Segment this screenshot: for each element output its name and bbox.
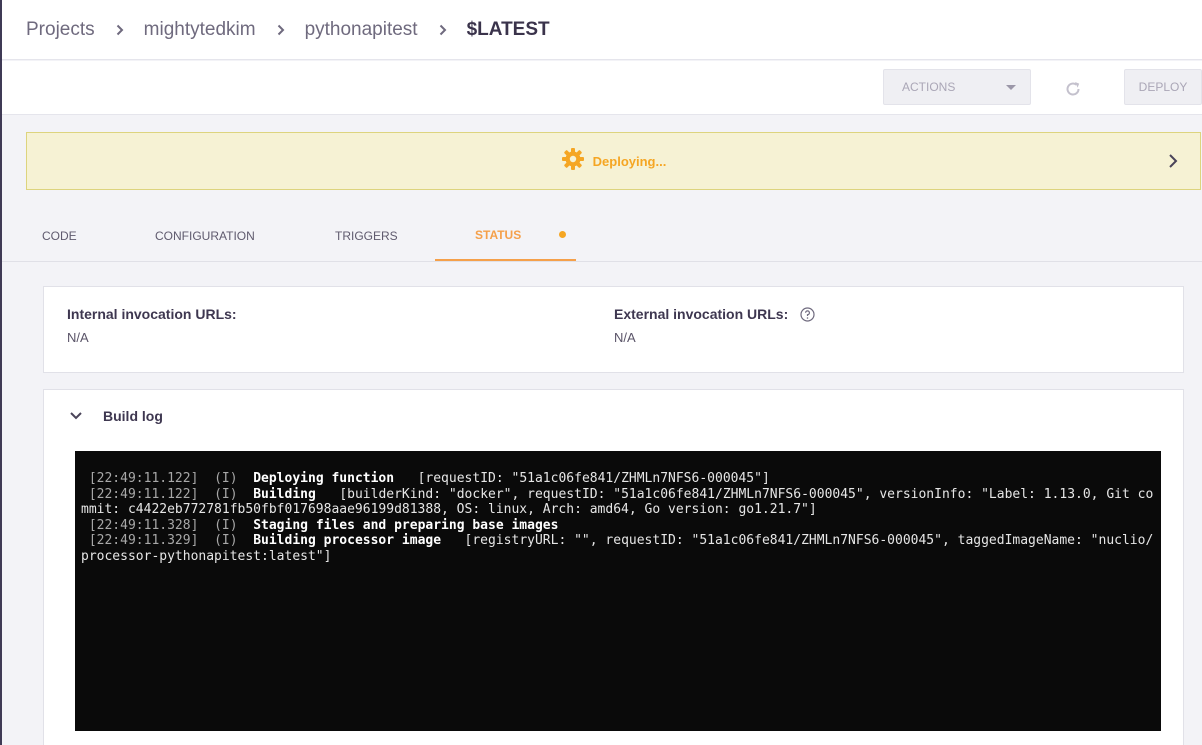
tab-status-label: STATUS (475, 227, 522, 242)
tab-status[interactable]: STATUS (435, 210, 576, 261)
internal-urls-label: Internal invocation URLs: (67, 306, 237, 322)
external-urls-value: N/A (614, 330, 636, 345)
log-line: [22:49:11.328] (I) Staging files and pre… (88, 517, 559, 533)
chevron-down-icon[interactable] (69, 407, 83, 425)
log-line: [22:49:11.329] (I) Building processor im… (81, 533, 1154, 564)
function-tabs: CODE CONFIGURATION TRIGGERS STATUS (2, 210, 1202, 262)
caret-down-icon (1006, 85, 1016, 90)
status-indicator-dot (559, 231, 567, 238)
breadcrumb-project[interactable]: mightytedkim (144, 19, 256, 41)
refresh-icon[interactable] (1062, 78, 1084, 100)
build-log-header[interactable]: Build log (69, 407, 163, 425)
actions-label: ACTIONS (902, 80, 956, 94)
deploy-button[interactable]: DEPLOY (1124, 69, 1202, 105)
chevron-right-icon (277, 24, 285, 36)
chevron-right-icon (116, 24, 124, 36)
action-bar: ACTIONS DEPLOY (2, 61, 1202, 115)
chevron-right-icon (439, 24, 447, 36)
log-line: [22:49:11.122] (I) Building [builderKind… (81, 486, 1154, 518)
deploy-status-banner[interactable]: Deploying... (26, 132, 1201, 190)
internal-urls-value: N/A (67, 330, 89, 345)
chevron-right-icon[interactable] (1168, 153, 1178, 174)
build-log-title: Build log (103, 408, 163, 424)
external-urls-label: External invocation URLs: (614, 306, 789, 322)
breadcrumb-function[interactable]: pythonapitest (305, 19, 418, 41)
external-urls: External invocation URLs: N/A (614, 306, 815, 345)
build-log-terminal: [22:49:11.122] (I) Deploying function [r… (75, 451, 1161, 731)
tab-code[interactable]: CODE (42, 210, 77, 261)
breadcrumb-projects[interactable]: Projects (26, 19, 95, 41)
invocation-urls-card: Internal invocation URLs: N/A External i… (43, 286, 1184, 373)
actions-dropdown[interactable]: ACTIONS (883, 69, 1031, 105)
breadcrumb: Projects mightytedkim pythonapitest $LAT… (2, 0, 1202, 60)
help-circle-icon[interactable] (800, 306, 815, 322)
log-line: [22:49:11.122] (I) Deploying function [r… (88, 471, 770, 486)
internal-urls: Internal invocation URLs: N/A (67, 306, 237, 345)
build-log-card: Build log [22:49:11.122] (I) Deploying f… (43, 389, 1184, 745)
deploy-status-text: Deploying... (592, 153, 667, 169)
tab-configuration[interactable]: CONFIGURATION (155, 210, 255, 261)
tab-triggers[interactable]: TRIGGERS (335, 210, 398, 261)
breadcrumb-version: $LATEST (466, 18, 550, 40)
gear-icon (561, 147, 585, 176)
external-urls-heading: External invocation URLs: (614, 306, 815, 322)
